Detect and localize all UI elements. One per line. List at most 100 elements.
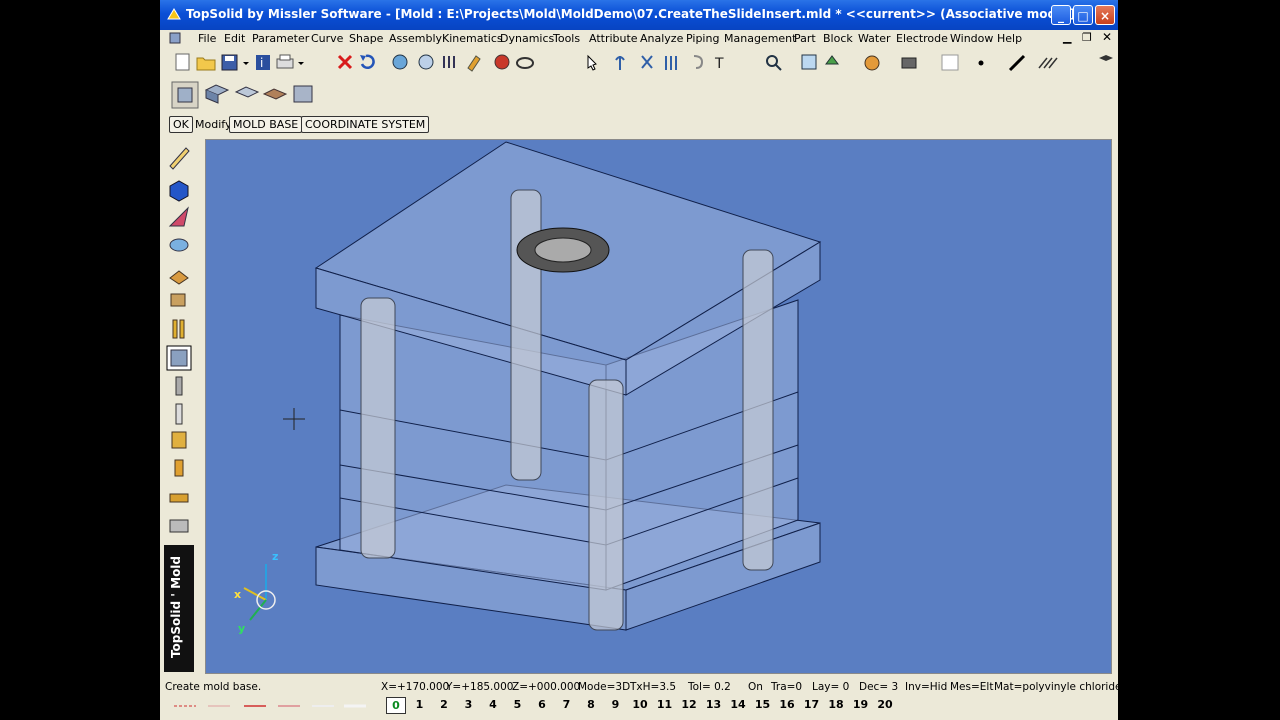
menu-assembly[interactable]: Assembly (389, 32, 442, 45)
menu-help[interactable]: Help (997, 32, 1022, 45)
layer-number-8[interactable]: 8 (582, 698, 600, 711)
dropdown-arrow-icon[interactable] (243, 62, 249, 65)
status-material[interactable]: Mat=polyvinyle chloride (s (994, 681, 1118, 693)
status-mode[interactable]: Mode=3D (578, 681, 630, 693)
layer-number-9[interactable]: 9 (607, 698, 625, 711)
save-icon[interactable] (221, 54, 238, 71)
layer-number-16[interactable]: 16 (778, 698, 796, 711)
menu-part[interactable]: Part (794, 32, 816, 45)
maximize-button[interactable]: □ (1073, 5, 1093, 25)
bushing-icon[interactable] (171, 431, 187, 449)
text-tool-icon[interactable]: T (714, 56, 724, 72)
status-lay[interactable]: Lay= 0 (812, 681, 849, 693)
status-on[interactable]: On (748, 681, 763, 693)
menu-parameter[interactable]: Parameter (252, 32, 309, 45)
mold-slide-icon[interactable] (293, 85, 313, 103)
layer-number-15[interactable]: 15 (754, 698, 772, 711)
menu-management[interactable]: Management (724, 32, 796, 45)
assembly-icon[interactable] (170, 293, 186, 307)
status-mes[interactable]: Mes=Elt (950, 681, 993, 693)
menu-water[interactable]: Water (858, 32, 891, 45)
coordinate-system-button[interactable]: COORDINATE SYSTEM (301, 116, 430, 133)
layer-number-7[interactable]: 7 (558, 698, 576, 711)
screw-icon[interactable] (175, 376, 183, 396)
layer-number-2[interactable]: 2 (435, 698, 453, 711)
status-inv[interactable]: Inv=Hid (905, 681, 947, 693)
menu-window[interactable]: Window (950, 32, 993, 45)
mold-insert-icon[interactable] (262, 88, 288, 100)
layer-number-12[interactable]: 12 (680, 698, 698, 711)
hook-icon[interactable] (693, 55, 704, 69)
color-tool-icon[interactable] (494, 54, 510, 70)
layer-number-18[interactable]: 18 (827, 698, 845, 711)
color-swatch-icon[interactable] (941, 54, 959, 71)
zoom-fit-icon[interactable] (801, 54, 817, 70)
status-dec[interactable]: Dec= 3 (859, 681, 898, 693)
delete-icon[interactable] (337, 54, 353, 70)
menu-kinematics[interactable]: Kinematics (442, 32, 503, 45)
ok-button[interactable]: OK (169, 116, 193, 133)
layer-number-20[interactable]: 20 (876, 698, 894, 711)
point-style-icon[interactable] (978, 60, 984, 66)
view-icon[interactable] (825, 55, 839, 65)
menu-dynamics[interactable]: Dynamics (500, 32, 554, 45)
mold-model-view[interactable] (206, 140, 1112, 674)
menu-shape[interactable]: Shape (349, 32, 383, 45)
menu-edit[interactable]: Edit (224, 32, 245, 45)
shape-icon[interactable] (169, 238, 189, 252)
graphics-viewport[interactable]: z x y (205, 139, 1112, 674)
menu-file[interactable]: File (198, 32, 216, 45)
menu-electrode[interactable]: Electrode (896, 32, 948, 45)
menu-piping[interactable]: Piping (686, 32, 719, 45)
menu-curve[interactable]: Curve (311, 32, 343, 45)
layer-number-13[interactable]: 13 (705, 698, 723, 711)
layer-number-17[interactable]: 17 (803, 698, 821, 711)
edit-tool-icon[interactable] (467, 55, 481, 72)
curve-tool-icon[interactable] (615, 56, 625, 70)
measure-icon[interactable] (392, 54, 408, 70)
ejector-icon[interactable] (172, 319, 185, 339)
status-txh[interactable]: TxH=3.5 (630, 681, 676, 693)
layer-number-4[interactable]: 4 (484, 698, 502, 711)
layer-number-10[interactable]: 10 (631, 698, 649, 711)
layer-number-3[interactable]: 3 (460, 698, 478, 711)
info-icon[interactable]: i (256, 55, 270, 70)
render-icon[interactable] (864, 55, 880, 71)
document-icon[interactable] (168, 31, 182, 45)
layer-number-6[interactable]: 6 (533, 698, 551, 711)
minimize-button[interactable]: _ (1051, 5, 1071, 25)
undo-icon[interactable] (360, 54, 375, 69)
mold-plate-icon[interactable] (204, 84, 230, 104)
hat-icon[interactable] (1099, 55, 1113, 61)
line-style-swatches[interactable] (160, 695, 370, 717)
menu-attribute[interactable]: Attribute (589, 32, 638, 45)
menu-block[interactable]: Block (823, 32, 853, 45)
printer-icon[interactable] (901, 57, 917, 69)
mold-module-icon[interactable] (166, 345, 192, 371)
hatch-icon[interactable] (1038, 57, 1058, 69)
solid-box-icon[interactable] (169, 180, 189, 202)
open-folder-icon[interactable] (196, 57, 216, 71)
layer-number-0[interactable]: 0 (386, 697, 406, 714)
layer-number-5[interactable]: 5 (509, 698, 527, 711)
parameters-icon[interactable] (665, 56, 677, 70)
close-button[interactable]: × (1095, 5, 1115, 25)
mold-cavity-icon[interactable] (234, 86, 260, 98)
line-width-icon[interactable] (1008, 54, 1026, 72)
surface-icon[interactable] (168, 206, 189, 227)
mdi-restore-icon[interactable]: ❐ (1082, 31, 1092, 44)
rotate-tool-icon[interactable] (516, 57, 534, 69)
layer-number-1[interactable]: 1 (411, 698, 429, 711)
mold-base-button[interactable]: MOLD BASE (229, 116, 303, 133)
zoom-icon[interactable] (766, 55, 782, 71)
menu-tools[interactable]: Tools (553, 32, 580, 45)
layer-number-14[interactable]: 14 (729, 698, 747, 711)
cut-tool-icon[interactable] (641, 55, 653, 69)
menu-analyze[interactable]: Analyze (640, 32, 683, 45)
sketch-icon[interactable] (169, 147, 190, 170)
mold-base-icon[interactable] (171, 81, 199, 109)
operation-icon[interactable] (169, 270, 189, 285)
mdi-close-icon[interactable]: ✕ (1102, 30, 1112, 44)
pin-icon[interactable] (175, 403, 183, 425)
mdi-minimize-icon[interactable]: ▁ (1063, 31, 1071, 44)
